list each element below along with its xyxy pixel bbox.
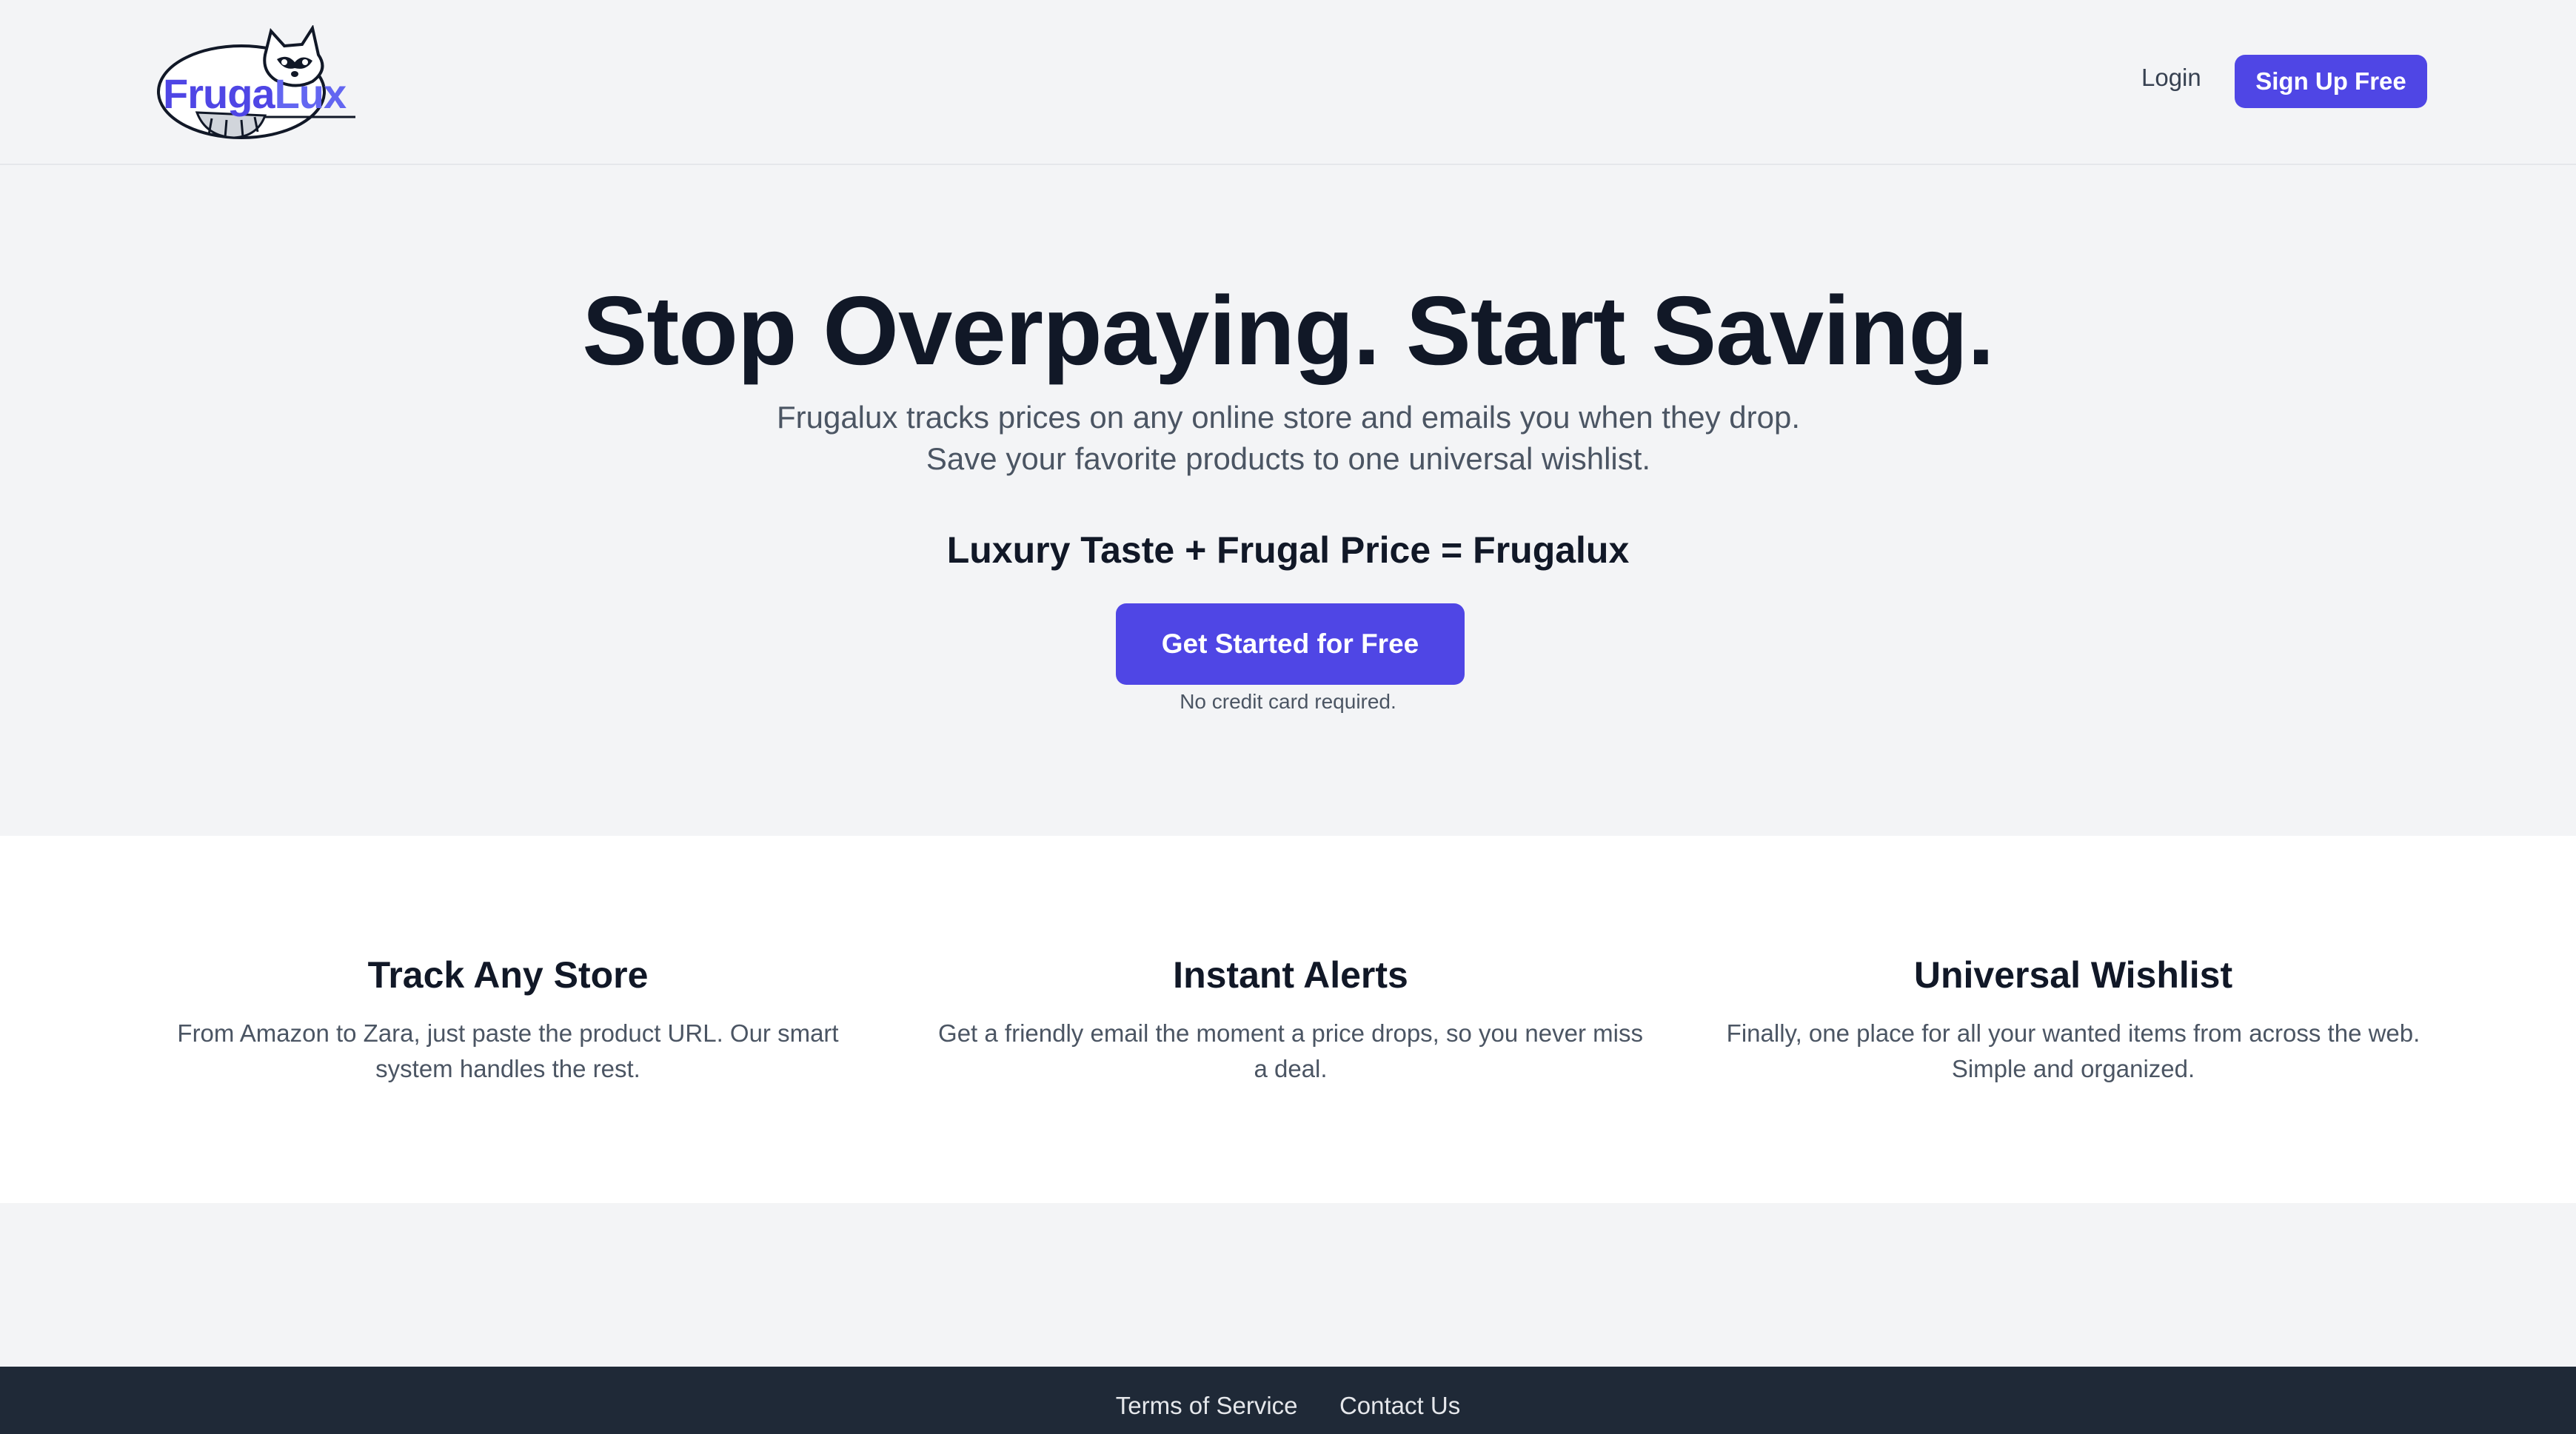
page: FrugaLux Login Sign Up Free Stop Overpay… [0, 0, 2576, 1434]
feature-instant-alerts: Instant Alerts Get a friendly email the … [935, 954, 1646, 1087]
logo-wordmark: FrugaLux [163, 70, 347, 118]
logo-wordmark-fruga: Fruga [163, 70, 275, 117]
feature-description: From Amazon to Zara, just paste the prod… [177, 1019, 839, 1082]
hero-tagline: Luxury Taste + Frugal Price = Frugalux [946, 529, 1630, 571]
terms-of-service-link[interactable]: Terms of Service [1116, 1392, 1298, 1420]
feature-universal-wishlist: Universal Wishlist Finally, one place fo… [1718, 954, 2429, 1087]
features-section: Track Any Store From Amazon to Zara, jus… [0, 836, 2576, 1203]
hero-title: Stop Overpaying. Start Saving. [582, 276, 1994, 385]
hero-subtitle: Frugalux tracks prices on any online sto… [776, 400, 1801, 476]
feature-title: Universal Wishlist [1913, 954, 2233, 996]
feature-description: Get a friendly email the moment a price … [938, 1019, 1643, 1082]
frugalux-logo[interactable]: FrugaLux [154, 25, 358, 142]
feature-description: Finally, one place for all your wanted i… [1726, 1019, 2421, 1082]
no-credit-card-note: No credit card required. [1180, 690, 1396, 713]
site-footer: Terms of Service Contact Us [0, 1367, 2576, 1434]
login-link[interactable]: Login [2141, 64, 2201, 92]
feature-title: Instant Alerts [1173, 954, 1408, 996]
get-started-button[interactable]: Get Started for Free [1116, 603, 1465, 685]
sign-up-button[interactable]: Sign Up Free [2235, 55, 2427, 108]
site-header: FrugaLux Login Sign Up Free [0, 0, 2576, 165]
feature-title: Track Any Store [367, 954, 649, 996]
feature-track-any-store: Track Any Store From Amazon to Zara, jus… [153, 954, 863, 1087]
logo-wordmark-lux: Lux [274, 70, 347, 117]
hero-section: Stop Overpaying. Start Saving. Frugalux … [0, 166, 2576, 836]
contact-us-link[interactable]: Contact Us [1339, 1392, 1460, 1420]
footer-links: Terms of Service Contact Us [0, 1392, 2576, 1420]
